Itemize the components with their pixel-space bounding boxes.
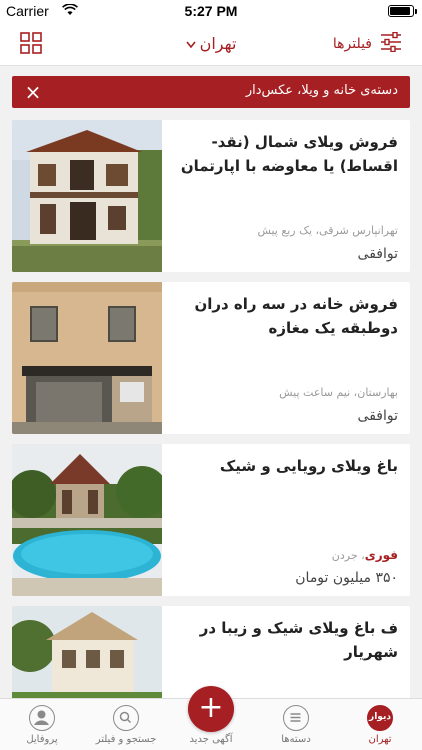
ad-location-time: ، جردن: [331, 549, 365, 562]
ad-photo: [12, 282, 162, 434]
active-filter-bar: × دسته‌ی خانه و ویلا، عکس‌دار: [12, 76, 410, 108]
urgent-badge: فوری: [364, 548, 398, 562]
top-navigation-bar: تهران فیلترها: [0, 22, 422, 66]
clock: 5:27 PM: [184, 3, 238, 19]
ad-card[interactable]: ف باغ ویلای شیک و زیبا در شهریار: [12, 606, 410, 698]
tab-categories-label: دسته‌ها: [281, 734, 311, 745]
city-label: تهران: [199, 34, 237, 53]
filters-button[interactable]: فیلترها: [332, 31, 402, 56]
battery-icon: [388, 5, 417, 17]
tab-home-label: تهران: [368, 734, 392, 745]
tab-profile-label: پروفایل: [26, 734, 58, 745]
ad-location-time: تهرانپارس شرقی، یک ربع پیش: [257, 224, 398, 237]
tab-home[interactable]: دیوار تهران: [338, 705, 422, 749]
ad-price: توافقی: [357, 408, 398, 424]
ad-card[interactable]: باغ ویلای رویایی و شیک فوری، جردن ۳۵۰ می…: [12, 444, 410, 596]
close-icon[interactable]: ×: [22, 80, 44, 104]
ad-meta: بهارستان، نیم ساعت پیش: [174, 386, 398, 399]
new-ad-label: آگهی جدید: [189, 734, 233, 745]
new-ad-button[interactable]: +: [188, 686, 234, 732]
ad-card[interactable]: فروش خانه در سه راه دران دوطبقه یک مغازه…: [12, 282, 410, 434]
sliders-icon: [380, 31, 402, 56]
profile-icon: [29, 705, 55, 731]
tab-categories[interactable]: دسته‌ها: [254, 705, 338, 749]
list-icon: [283, 705, 309, 731]
plus-icon: +: [198, 690, 224, 725]
filters-label: فیلترها: [332, 36, 372, 52]
ad-photo: [12, 120, 162, 272]
status-bar: Carrier 5:27 PM: [0, 0, 422, 22]
tab-profile[interactable]: پروفایل: [0, 705, 84, 749]
ad-price: ۳۵۰ میلیون تومان: [295, 570, 398, 586]
ad-price: توافقی: [357, 246, 398, 262]
active-filter-label: دسته‌ی خانه و ویلا، عکس‌دار: [245, 83, 398, 98]
chevron-down-icon: [185, 38, 196, 52]
ad-title: ف باغ ویلای شیک و زیبا در شهریار: [199, 619, 398, 661]
ad-photo: [12, 606, 162, 698]
ad-photo: [12, 444, 162, 596]
ad-title: فروش ویلای شمال (نقد-اقساط) یا معاوضه با…: [180, 133, 398, 175]
ad-meta: تهرانپارس شرقی، یک ربع پیش: [174, 224, 398, 237]
tab-search-label: جستجو و فیلتر: [95, 734, 157, 745]
ad-meta: فوری، جردن: [174, 548, 398, 562]
divar-logo-icon: دیوار: [367, 705, 393, 731]
search-icon: [113, 705, 139, 731]
ad-title: فروش خانه در سه راه دران دوطبقه یک مغازه: [194, 295, 398, 337]
ad-title: باغ ویلای رویایی و شیک: [219, 457, 398, 475]
ads-list: × دسته‌ی خانه و ویلا، عکس‌دار فر: [0, 66, 422, 698]
ad-card[interactable]: فروش ویلای شمال (نقد-اقساط) یا معاوضه با…: [12, 120, 410, 272]
tab-search[interactable]: جستجو و فیلتر: [84, 705, 168, 749]
ad-location-time: بهارستان، نیم ساعت پیش: [279, 386, 398, 399]
